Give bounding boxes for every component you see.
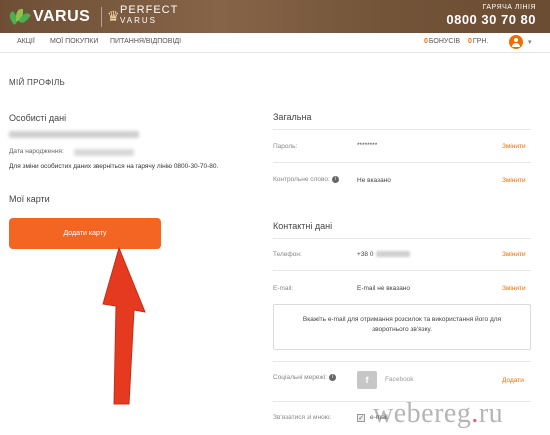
social-networks-label-text: Соціальні мережі: [273,374,327,381]
divider [273,129,531,130]
chevron-down-icon[interactable]: ▾ [528,38,532,46]
nav-item-my-purchases[interactable]: МОЇ ПОКУПКИ [50,38,98,45]
bonus-label: БОНУСІВ [428,38,461,45]
facebook-icon: f [357,371,377,389]
phone-value: +38 0 [357,251,374,258]
logo-divider [101,7,102,27]
divider [273,238,531,239]
my-cards-title: Мої карти [9,194,50,204]
perfect-logo-line2: VARUS [120,16,157,25]
phone-label: Телефон: [273,251,302,258]
add-social-link[interactable]: Додати [502,377,524,384]
general-section-title: Загальна [273,112,312,122]
balance-label: ГРН. [472,38,489,45]
password-label: Пароль: [273,143,298,150]
leaf-logo-icon [7,9,31,25]
blurred-name [9,131,139,138]
info-icon[interactable]: i [331,176,339,183]
change-control-word-link[interactable]: Змінити [502,177,526,184]
site-header: VARUS ♛ PERFECT VARUS ГАРЯЧА ЛІНІЯ 0800 … [0,0,550,33]
social-networks-label: Соціальні мережі: i [273,374,336,381]
email-value: E-mail не вказано [357,285,411,292]
bonus-counter[interactable]: 0БОНУСІВ [424,38,460,45]
personal-data-title: Особисті дані [9,113,67,123]
brand-name: VARUS [33,8,91,25]
balance-value: 0 [468,38,472,45]
watermark-dot: . [471,398,479,429]
add-card-button[interactable]: Додати карту [9,218,161,249]
bonus-value: 0 [424,38,428,45]
password-value: ******** [357,142,378,149]
page-title: МІЙ ПРОФІЛЬ [9,78,66,87]
user-avatar-icon[interactable] [509,35,523,49]
watermark-tld: ru [478,398,504,429]
birth-date-label: Дата народження: [9,148,64,155]
divider [273,270,531,271]
control-word-value: Не вказано [357,177,391,184]
facebook-label: Facebook [385,376,414,383]
hotline-number[interactable]: 0800 30 70 80 [446,12,536,27]
control-word-label: Контрольне слово: i [273,176,339,183]
blurred-birth-date [74,149,134,156]
watermark-name: webereg [373,398,472,429]
red-arrow-annotation [102,246,146,405]
hotline-label: ГАРЯЧА ЛІНІЯ [482,4,536,11]
blurred-phone-number [376,251,410,257]
contact-me-checkbox[interactable]: ✓ [357,414,365,422]
watermark: webereg.ru [373,398,503,430]
email-hint-box: Вкажіть e-mail для отримання розсилок та… [273,304,531,350]
main-nav: АКЦІЇ МОЇ ПОКУПКИ ПИТАННЯ/ВІДПОВІДІ 0БОН… [0,33,550,53]
ice-cream-logo-icon: ♛ [107,7,120,24]
control-word-label-text: Контрольне слово: [273,176,330,183]
divider [273,162,531,163]
change-data-info: Для зміни особистих даних зверніться на … [9,163,219,170]
change-password-link[interactable]: Змінити [502,143,526,150]
info-icon[interactable]: i [328,374,336,381]
perfect-logo-line1: PERFECT [120,4,179,16]
balance-counter[interactable]: 0ГРН. [468,38,488,45]
change-phone-link[interactable]: Змінити [502,251,526,258]
divider [273,361,531,362]
nav-item-faq[interactable]: ПИТАННЯ/ВІДПОВІДІ [110,38,181,45]
contact-section-title: Контактні дані [273,221,333,231]
hotline: ГАРЯЧА ЛІНІЯ 0800 30 70 80 [446,4,536,27]
nav-item-promotions[interactable]: АКЦІЇ [17,38,35,45]
perfect-varus-logo[interactable]: ♛ PERFECT VARUS [107,5,178,26]
change-email-link[interactable]: Змінити [502,285,526,292]
contact-me-label: Зв'язатися зі мною: [273,414,332,421]
arrow-shape [102,246,146,405]
varus-logo[interactable]: VARUS [7,8,91,26]
email-label: E-mail: [273,285,294,292]
